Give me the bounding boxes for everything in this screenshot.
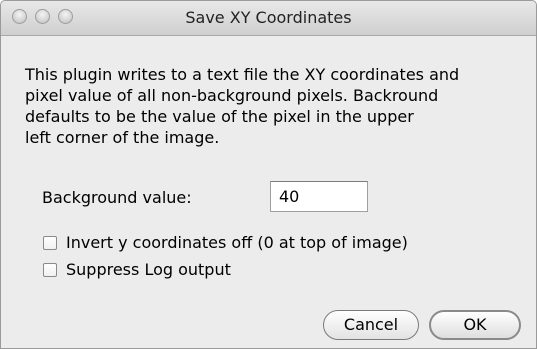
plugin-description: This plugin writes to a text file the XY…	[25, 65, 460, 147]
title-bar[interactable]: Save XY Coordinates	[1, 1, 536, 36]
background-value-input[interactable]	[270, 181, 368, 212]
suppress-log-checkbox[interactable]	[43, 262, 57, 277]
cancel-button[interactable]: Cancel	[323, 310, 419, 340]
suppress-log-label: Suppress Log output	[66, 260, 231, 279]
invert-y-label: Invert y coordinates off (0 at top of im…	[66, 233, 408, 252]
window-title: Save XY Coordinates	[185, 8, 352, 27]
suppress-log-option[interactable]: Suppress Log output	[43, 260, 231, 279]
save-xy-coordinates-dialog: Save XY Coordinates This plugin writes t…	[0, 0, 537, 349]
ok-button[interactable]: OK	[429, 310, 521, 340]
invert-y-checkbox[interactable]	[43, 235, 57, 250]
background-value-label: Background value:	[42, 188, 192, 207]
invert-y-option[interactable]: Invert y coordinates off (0 at top of im…	[43, 233, 408, 252]
